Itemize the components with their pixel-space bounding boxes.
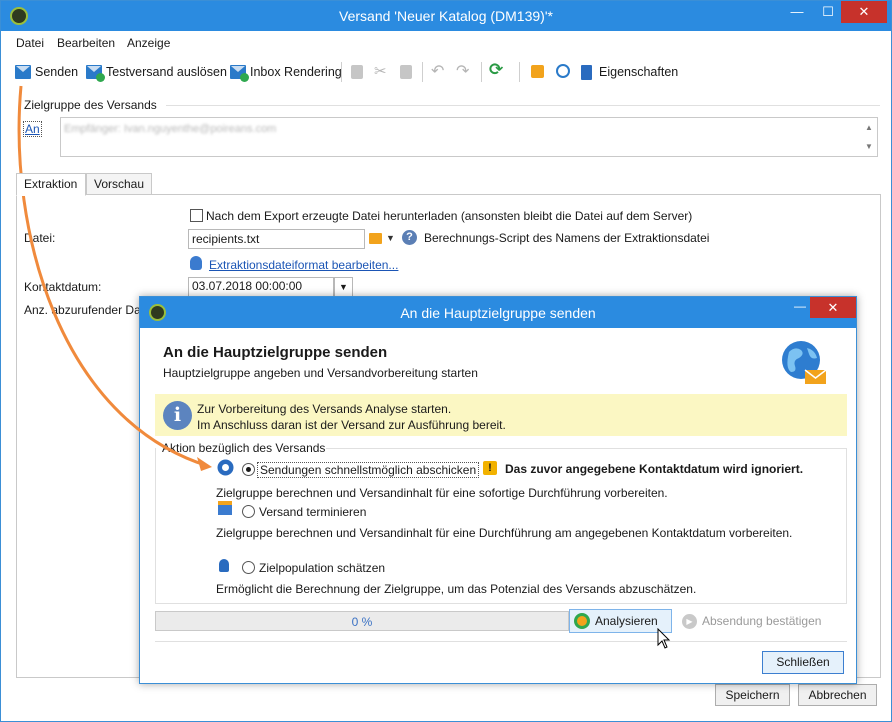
menu-file[interactable]: Datei bbox=[16, 36, 44, 50]
maximize-button[interactable]: ☐ bbox=[813, 1, 843, 23]
mouse-cursor-icon bbox=[657, 628, 671, 649]
option-schedule-desc: Zielgruppe berechnen und Versandinhalt f… bbox=[216, 526, 793, 540]
tab-preview[interactable]: Vorschau bbox=[86, 173, 152, 195]
group-divider bbox=[166, 105, 880, 106]
script-label: Berechnungs-Script des Namens der Extrak… bbox=[424, 231, 710, 245]
file-input[interactable]: recipients.txt bbox=[188, 229, 365, 249]
action-group-title: Aktion bezüglich des Versands bbox=[162, 441, 326, 455]
toolbar-separator bbox=[481, 62, 482, 82]
format-link[interactable]: Extraktionsdateiformat bearbeiten... bbox=[209, 258, 398, 272]
count-label: Anz. abzurufender Dat bbox=[24, 303, 145, 317]
contact-date-input[interactable]: 03.07.2018 00:00:00 bbox=[188, 277, 334, 297]
warning-icon: ! bbox=[483, 461, 497, 475]
option-estimate-desc: Ermöglicht die Berechnung der Zielgruppe… bbox=[216, 582, 697, 596]
menu-edit[interactable]: Bearbeiten bbox=[57, 36, 115, 50]
dialog-subheading: Hauptzielgruppe angeben und Versandvorbe… bbox=[163, 366, 478, 380]
dialog-close-button[interactable]: ✕ bbox=[810, 297, 856, 318]
calendar-icon bbox=[218, 501, 232, 515]
inbox-rendering-icon bbox=[230, 65, 249, 82]
inbox-rendering-label: Inbox Rendering bbox=[250, 65, 342, 79]
toolbar-separator bbox=[422, 62, 423, 82]
option-send-asap-desc: Zielgruppe berechnen und Versandinhalt f… bbox=[216, 486, 668, 500]
dialog-divider bbox=[155, 641, 847, 642]
test-send-icon bbox=[86, 65, 105, 82]
progress-text: 0 % bbox=[351, 615, 373, 629]
info-icon: i bbox=[163, 401, 192, 430]
refresh-icon[interactable]: ⟳ bbox=[489, 60, 503, 80]
window-titlebar[interactable]: Versand 'Neuer Katalog (DM139)'* — ☐ ✕ bbox=[1, 1, 891, 31]
recipients-text: Empfänger: Ivan.nguyenthe@poireans.com bbox=[64, 123, 277, 135]
gear-icon bbox=[574, 613, 590, 629]
option-schedule-label[interactable]: Versand terminieren bbox=[259, 505, 366, 519]
option-estimate-label[interactable]: Zielpopulation schätzen bbox=[259, 561, 385, 575]
confirm-send-label: Absendung bestätigen bbox=[702, 614, 822, 628]
gift-icon[interactable] bbox=[531, 65, 544, 78]
target-group-title: Zielgruppe des Versands bbox=[24, 98, 157, 112]
recipients-scrollbar[interactable]: ▲ ▼ bbox=[861, 118, 877, 156]
dialog-title: An die Hauptzielgruppe senden bbox=[400, 305, 596, 321]
menu-bar: Datei Bearbeiten Anzeige bbox=[1, 32, 891, 52]
info-line-1: Zur Vorbereitung des Versands Analyse st… bbox=[197, 402, 452, 416]
dialog-minimize-button[interactable]: — bbox=[790, 297, 810, 317]
file-label: Datei: bbox=[24, 231, 56, 245]
dialog-titlebar[interactable]: An die Hauptzielgruppe senden — ✕ bbox=[140, 297, 856, 328]
group-divider bbox=[326, 448, 846, 449]
save-button[interactable]: Speichern bbox=[715, 684, 790, 706]
redo-icon[interactable]: ↷ bbox=[456, 61, 469, 81]
send-label: Senden bbox=[35, 65, 79, 79]
script-editor-icon[interactable] bbox=[369, 233, 382, 244]
paste-icon[interactable] bbox=[400, 65, 412, 79]
help-icon[interactable]: ? bbox=[402, 230, 417, 245]
date-dropdown-button[interactable]: ▼ bbox=[334, 277, 353, 297]
tab-extraction[interactable]: Extraktion bbox=[16, 173, 86, 196]
toolbar-separator bbox=[341, 62, 342, 82]
radio-send-asap[interactable] bbox=[242, 463, 255, 476]
chevron-down-icon[interactable]: ▼ bbox=[386, 233, 395, 243]
dialog-close-action-button[interactable]: Schließen bbox=[762, 651, 844, 674]
radio-estimate[interactable] bbox=[242, 561, 255, 574]
toolbar: Senden Testversand auslösen Inbox Render… bbox=[1, 56, 891, 86]
info-bar: i Zur Vorbereitung des Versands Analyse … bbox=[155, 394, 847, 436]
play-icon: ▶ bbox=[682, 613, 697, 629]
window-title: Versand 'Neuer Katalog (DM139)'* bbox=[339, 8, 553, 24]
info-line-2: Im Anschluss daran ist der Versand zur A… bbox=[197, 418, 506, 432]
download-checkbox[interactable] bbox=[190, 209, 203, 222]
database-icon bbox=[190, 256, 202, 270]
analyse-label: Analysieren bbox=[595, 614, 658, 628]
test-send-label: Testversand auslösen bbox=[106, 65, 227, 79]
send-mail-icon bbox=[15, 65, 31, 79]
to-link[interactable]: An bbox=[23, 121, 42, 137]
copy-icon[interactable] bbox=[351, 65, 363, 79]
properties-icon bbox=[581, 64, 592, 80]
menu-view[interactable]: Anzeige bbox=[127, 36, 170, 50]
contact-date-label: Kontaktdatum: bbox=[24, 280, 102, 294]
properties-button[interactable]: Eigenschaften bbox=[581, 62, 678, 82]
undo-icon[interactable]: ↶ bbox=[431, 61, 444, 81]
test-send-button[interactable]: Testversand auslösen bbox=[86, 62, 227, 82]
target-icon[interactable] bbox=[556, 64, 570, 78]
option-send-asap-label[interactable]: Sendungen schnellstmöglich abschicken bbox=[257, 462, 480, 478]
progress-bar: 0 % bbox=[155, 611, 569, 631]
send-dialog: An die Hauptzielgruppe senden — ✕ An die… bbox=[139, 296, 857, 684]
send-button[interactable]: Senden bbox=[15, 62, 78, 82]
person-gear-icon bbox=[219, 559, 229, 572]
toolbar-separator bbox=[519, 62, 520, 82]
confirm-send-button[interactable]: ▶ Absendung bestätigen bbox=[682, 611, 821, 631]
properties-label: Eigenschaften bbox=[599, 65, 679, 79]
download-checkbox-label: Nach dem Export erzeugte Datei herunterl… bbox=[206, 209, 693, 223]
dialog-heading: An die Hauptzielgruppe senden bbox=[163, 344, 388, 361]
recipients-field[interactable]: Empfänger: Ivan.nguyenthe@poireans.com ▲… bbox=[60, 117, 878, 157]
radio-schedule[interactable] bbox=[242, 505, 255, 518]
warning-text: Das zuvor angegebene Kontaktdatum wird i… bbox=[505, 462, 804, 476]
cancel-button[interactable]: Abbrechen bbox=[798, 684, 877, 706]
close-button[interactable]: ✕ bbox=[841, 1, 887, 23]
globe-mail-icon bbox=[782, 341, 827, 384]
inbox-rendering-button[interactable]: Inbox Rendering bbox=[230, 62, 342, 82]
cut-icon[interactable]: ✂ bbox=[374, 62, 387, 80]
gear-send-icon bbox=[217, 459, 234, 476]
minimize-button[interactable]: — bbox=[782, 1, 812, 23]
